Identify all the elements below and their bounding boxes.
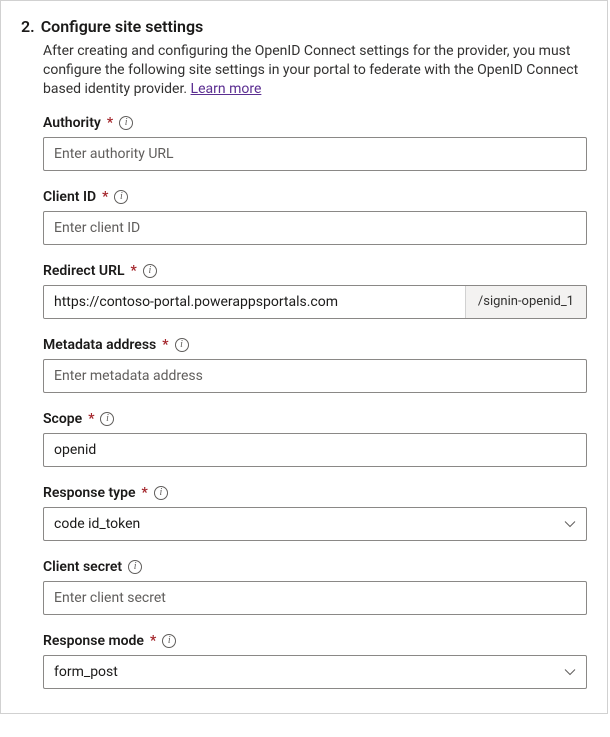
- label-row: Redirect URL * i: [43, 263, 587, 279]
- redirect-url-input-wrap: /signin-openid_1: [43, 285, 587, 319]
- field-scope: Scope * i: [43, 411, 587, 467]
- learn-more-link[interactable]: Learn more: [191, 81, 262, 97]
- redirect-url-suffix: /signin-openid_1: [465, 286, 586, 318]
- field-response-type: Response type * i code id_token: [43, 485, 587, 541]
- scope-input[interactable]: [43, 433, 587, 467]
- label-row: Metadata address * i: [43, 337, 587, 353]
- chevron-down-icon: [564, 666, 576, 678]
- field-authority: Authority * i: [43, 115, 587, 171]
- intro-text: After creating and configuring the OpenI…: [43, 42, 587, 99]
- label-row: Scope * i: [43, 411, 587, 427]
- required-indicator: *: [107, 115, 113, 131]
- info-icon[interactable]: i: [119, 116, 133, 130]
- form-area: Authority * i Client ID * i Redirect URL…: [43, 115, 587, 689]
- response-mode-dropdown[interactable]: form_post: [43, 655, 587, 689]
- info-icon[interactable]: i: [114, 190, 128, 204]
- label-row: Authority * i: [43, 115, 587, 131]
- client-secret-label: Client secret: [43, 559, 122, 575]
- field-metadata-address: Metadata address * i: [43, 337, 587, 393]
- required-indicator: *: [88, 411, 94, 427]
- required-indicator: *: [150, 633, 156, 649]
- response-type-dropdown[interactable]: code id_token: [43, 507, 587, 541]
- redirect-url-input[interactable]: [44, 286, 465, 318]
- info-icon[interactable]: i: [143, 264, 157, 278]
- metadata-address-label: Metadata address: [43, 337, 156, 353]
- label-row: Response mode * i: [43, 633, 587, 649]
- authority-input[interactable]: [43, 137, 587, 171]
- response-mode-value: form_post: [54, 664, 118, 680]
- client-secret-input[interactable]: [43, 581, 587, 615]
- label-row: Client ID * i: [43, 189, 587, 205]
- scope-label: Scope: [43, 411, 82, 427]
- info-icon[interactable]: i: [128, 560, 142, 574]
- intro-body: After creating and configuring the OpenI…: [43, 43, 578, 97]
- field-response-mode: Response mode * i form_post: [43, 633, 587, 689]
- info-icon[interactable]: i: [100, 412, 114, 426]
- required-indicator: *: [162, 337, 168, 353]
- info-icon[interactable]: i: [162, 634, 176, 648]
- label-row: Response type * i: [43, 485, 587, 501]
- response-type-value: code id_token: [54, 516, 140, 532]
- authority-label: Authority: [43, 115, 101, 131]
- client-id-label: Client ID: [43, 189, 96, 205]
- step-title: Configure site settings: [41, 17, 204, 36]
- required-indicator: *: [142, 485, 148, 501]
- response-type-label: Response type: [43, 485, 136, 501]
- label-row: Client secret i: [43, 559, 587, 575]
- field-client-secret: Client secret i: [43, 559, 587, 615]
- metadata-address-input[interactable]: [43, 359, 587, 393]
- field-redirect-url: Redirect URL * i /signin-openid_1: [43, 263, 587, 319]
- required-indicator: *: [102, 189, 108, 205]
- redirect-url-label: Redirect URL: [43, 263, 125, 279]
- field-client-id: Client ID * i: [43, 189, 587, 245]
- chevron-down-icon: [564, 518, 576, 530]
- info-icon[interactable]: i: [175, 338, 189, 352]
- configure-site-settings-panel: 2. Configure site settings After creatin…: [0, 0, 608, 714]
- info-icon[interactable]: i: [154, 486, 168, 500]
- client-id-input[interactable]: [43, 211, 587, 245]
- response-mode-label: Response mode: [43, 633, 144, 649]
- required-indicator: *: [131, 263, 137, 279]
- step-header: 2. Configure site settings: [21, 17, 587, 36]
- step-number: 2.: [21, 17, 35, 36]
